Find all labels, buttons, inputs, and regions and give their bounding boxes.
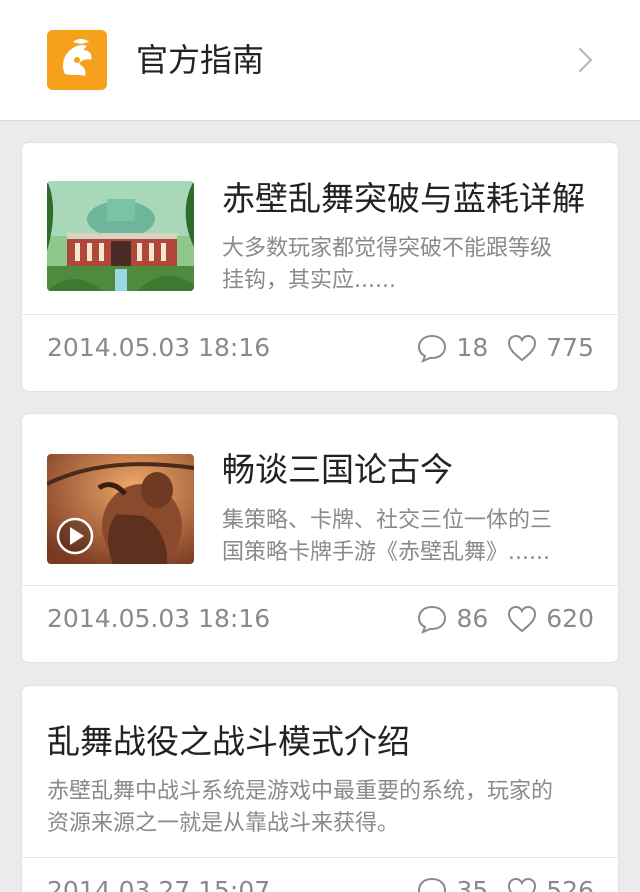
summary-line: 挂钩，其实应...... bbox=[222, 268, 396, 293]
article-summary: 大多数玩家都觉得突破不能跟等级 挂钩，其实应...... bbox=[222, 233, 552, 297]
summary-line: 资源来源之一就是从靠战斗来获得。 bbox=[47, 811, 400, 836]
article-card[interactable]: 乱舞战役之战斗模式介绍 赤壁乱舞中战斗系统是游戏中最重要的系统，玩家的 资源来源… bbox=[21, 685, 619, 892]
article-card[interactable]: 赤壁乱舞突破与蓝耗详解 大多数玩家都觉得突破不能跟等级 挂钩，其实应......… bbox=[21, 142, 619, 392]
like-count: 775 bbox=[546, 333, 594, 362]
article-title[interactable]: 畅谈三国论古今 bbox=[222, 450, 453, 490]
article-timestamp: 2014.05.03 18:16 bbox=[47, 604, 271, 633]
article-summary: 集策略、卡牌、社交三位一体的三 国策略卡牌手游《赤壁乱舞》...... bbox=[222, 505, 552, 569]
article-stats: 35 526 bbox=[416, 876, 594, 892]
comment-icon[interactable] bbox=[416, 333, 448, 363]
header-bar[interactable]: 官方指南 bbox=[0, 0, 640, 121]
article-title[interactable]: 乱舞战役之战斗模式介绍 bbox=[47, 722, 410, 762]
summary-line: 赤壁乱舞中战斗系统是游戏中最重要的系统，玩家的 bbox=[47, 779, 554, 804]
heart-icon[interactable] bbox=[506, 333, 538, 363]
article-timestamp: 2014.03.27 15:07 bbox=[47, 876, 271, 892]
article-stats: 18 775 bbox=[416, 333, 594, 363]
article-card[interactable]: 畅谈三国论古今 集策略、卡牌、社交三位一体的三 国策略卡牌手游《赤壁乱舞》...… bbox=[21, 413, 619, 663]
page-title: 官方指南 bbox=[136, 41, 265, 79]
comment-count: 86 bbox=[456, 604, 489, 633]
article-title[interactable]: 赤壁乱舞突破与蓝耗详解 bbox=[222, 179, 585, 219]
comment-icon[interactable] bbox=[416, 876, 448, 892]
divider bbox=[22, 585, 618, 586]
heart-icon[interactable] bbox=[506, 876, 538, 892]
summary-line: 大多数玩家都觉得突破不能跟等级 bbox=[222, 236, 553, 261]
comment-icon[interactable] bbox=[416, 604, 448, 634]
chevron-right-icon[interactable] bbox=[571, 46, 599, 74]
divider bbox=[22, 857, 618, 858]
summary-line: 集策略、卡牌、社交三位一体的三 bbox=[222, 508, 553, 533]
app-logo-icon bbox=[47, 30, 107, 90]
article-timestamp: 2014.05.03 18:16 bbox=[47, 333, 271, 362]
comment-count: 35 bbox=[456, 876, 489, 892]
article-thumbnail[interactable] bbox=[47, 181, 194, 291]
comment-count: 18 bbox=[456, 333, 489, 362]
like-count: 620 bbox=[546, 604, 594, 633]
divider bbox=[22, 314, 618, 315]
summary-line: 国策略卡牌手游《赤壁乱舞》...... bbox=[222, 540, 550, 565]
heart-icon[interactable] bbox=[506, 604, 538, 634]
article-stats: 86 620 bbox=[416, 604, 594, 634]
article-thumbnail[interactable] bbox=[47, 454, 194, 564]
like-count: 526 bbox=[546, 876, 594, 892]
article-summary: 赤壁乱舞中战斗系统是游戏中最重要的系统，玩家的 资源来源之一就是从靠战斗来获得。 bbox=[47, 776, 553, 840]
